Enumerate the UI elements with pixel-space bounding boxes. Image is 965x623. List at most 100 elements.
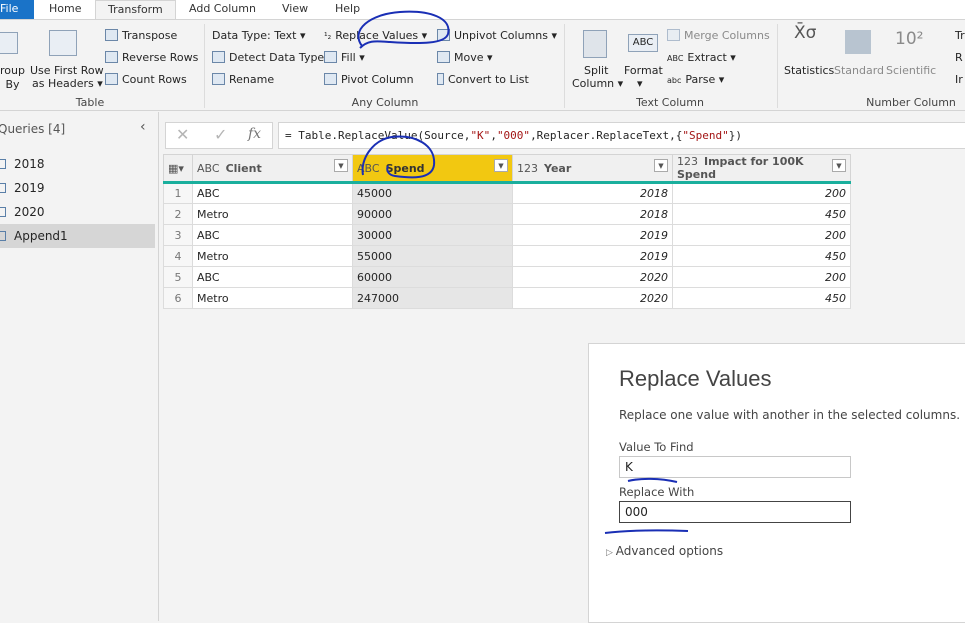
replace-with-input[interactable]: 000 <box>619 501 851 523</box>
advanced-options-toggle[interactable]: ▷ Advanced options <box>606 544 723 558</box>
value-to-find-input[interactable]: K <box>619 456 851 478</box>
group-label-any-column: Any Column <box>351 96 419 109</box>
table-cell[interactable]: Metro <box>192 287 353 309</box>
filter-dropdown-icon[interactable]: ▼ <box>654 159 668 172</box>
table-cell[interactable]: 247000 <box>352 287 513 309</box>
table-cell[interactable]: 30000 <box>352 224 513 246</box>
list-icon <box>437 73 444 85</box>
ribbon-tabs: File Home Transform Add Column View Help <box>0 0 965 20</box>
fill-button[interactable]: Fill ▾ <box>324 51 365 65</box>
table-cell[interactable]: Metro <box>192 245 353 267</box>
table-cell[interactable]: Metro <box>192 203 353 225</box>
table-cell[interactable]: 45000 <box>352 182 513 204</box>
merge-columns-button[interactable]: Merge Columns <box>667 29 770 43</box>
column-header-year[interactable]: 123 Year ▼ <box>512 154 673 184</box>
cancel-icon[interactable]: ✕ <box>176 125 189 144</box>
column-header-spend[interactable]: ABC Spend ▼ <box>352 154 513 184</box>
table-cell[interactable]: 200 <box>672 182 851 204</box>
column-header-client[interactable]: ABC Client ▼ <box>192 154 353 184</box>
column-name: Year <box>544 161 572 175</box>
table-cell[interactable]: 2019 <box>512 245 673 267</box>
parse-icon: abc <box>667 76 682 85</box>
table-cell[interactable]: 2018 <box>512 182 673 204</box>
column-header-impact[interactable]: 123 Impact for 100K Spend ▼ <box>672 154 851 184</box>
table-cell[interactable]: 2020 <box>512 266 673 288</box>
query-label: 2018 <box>14 157 45 171</box>
query-item-append1[interactable]: Append1 <box>0 224 155 248</box>
rename-button[interactable]: Rename <box>212 73 274 87</box>
use-first-row-button[interactable]: Use First Row <box>30 64 104 78</box>
replace-values-dialog: Replace Values Replace one value with an… <box>588 343 965 623</box>
divider <box>204 24 205 108</box>
table-menu-button[interactable]: ▦▾ <box>163 154 193 184</box>
split-column-icon <box>583 30 607 58</box>
trigonometry-button[interactable]: Tr <box>943 29 965 43</box>
table-cell[interactable]: 450 <box>672 203 851 225</box>
row-number: 2 <box>163 203 193 225</box>
queries-pane: Queries [4] ‹ 2018 2019 2020 Append1 <box>0 112 159 621</box>
detect-data-type-icon <box>212 51 225 63</box>
query-item-2018[interactable]: 2018 <box>0 152 155 176</box>
fill-icon <box>324 51 337 63</box>
filter-dropdown-icon[interactable]: ▼ <box>334 159 348 172</box>
format-button[interactable]: Format <box>624 64 663 78</box>
collapse-pane-icon[interactable]: ‹ <box>140 119 146 135</box>
reverse-rows-button[interactable]: Reverse Rows <box>105 51 198 65</box>
fx-icon[interactable]: fx <box>248 126 261 142</box>
extract-label: Extract ▾ <box>687 51 736 64</box>
filter-dropdown-icon[interactable]: ▼ <box>494 159 508 172</box>
table-cell[interactable]: 450 <box>672 245 851 267</box>
table-cell[interactable]: 2019 <box>512 224 673 246</box>
formula-input[interactable]: = Table.ReplaceValue(Source,"K","000",Re… <box>278 122 965 149</box>
table-cell[interactable]: 450 <box>672 287 851 309</box>
detect-data-type-button[interactable]: Detect Data Type <box>212 51 324 65</box>
unpivot-label: Unpivot Columns ▾ <box>454 29 557 42</box>
table-cell[interactable]: ABC <box>192 182 353 204</box>
group-by-button[interactable]: roup By <box>0 64 25 92</box>
count-rows-button[interactable]: Count Rows <box>105 73 187 87</box>
table-cell[interactable]: ABC <box>192 266 353 288</box>
number-type-icon: 123 <box>517 161 538 175</box>
query-item-2020[interactable]: 2020 <box>0 200 155 224</box>
table-cell[interactable]: 200 <box>672 266 851 288</box>
extract-button[interactable]: ABC Extract ▾ <box>667 51 736 66</box>
data-type-dropdown[interactable]: Data Type: Text ▾ <box>212 29 306 43</box>
table-cell[interactable]: 200 <box>672 224 851 246</box>
tab-add-column[interactable]: Add Column <box>189 0 256 19</box>
tab-transform[interactable]: Transform <box>95 0 176 20</box>
move-button[interactable]: Move ▾ <box>437 51 493 65</box>
split-column-button[interactable]: Split <box>584 64 608 78</box>
table-row: 6 Metro 247000 2020 450 <box>163 287 851 309</box>
table-cell[interactable]: 60000 <box>352 266 513 288</box>
parse-button[interactable]: abc Parse ▾ <box>667 73 724 88</box>
tab-home[interactable]: Home <box>49 0 81 19</box>
pivot-column-button[interactable]: Pivot Column <box>324 73 414 87</box>
table-cell[interactable]: ABC <box>192 224 353 246</box>
tab-help[interactable]: Help <box>335 0 360 19</box>
data-table: ▦▾ ABC Client ▼ ABC Spend ▼ 123 Year ▼ 123 Impa… <box>163 154 851 309</box>
reverse-rows-icon <box>105 51 118 63</box>
number-type-icon: 123 <box>677 155 698 168</box>
table-cell[interactable]: 90000 <box>352 203 513 225</box>
filter-dropdown-icon[interactable]: ▼ <box>832 159 846 172</box>
tab-view[interactable]: View <box>282 0 308 19</box>
text-type-icon: ABC <box>357 161 380 175</box>
table-cell[interactable]: 2018 <box>512 203 673 225</box>
convert-to-list-label: Convert to List <box>448 73 529 86</box>
standard-button[interactable]: Standard <box>834 64 884 78</box>
unpivot-columns-button[interactable]: Unpivot Columns ▾ <box>437 29 557 43</box>
statistics-button[interactable]: Statistics <box>784 64 834 78</box>
tab-file[interactable]: File <box>0 0 34 19</box>
row-number: 5 <box>163 266 193 288</box>
information-button[interactable]: Ir <box>943 73 963 87</box>
rounding-button[interactable]: R <box>943 51 963 65</box>
transpose-button[interactable]: Transpose <box>105 29 177 43</box>
table-cell[interactable]: 55000 <box>352 245 513 267</box>
scientific-button[interactable]: Scientific <box>886 64 936 78</box>
query-item-2019[interactable]: 2019 <box>0 176 155 200</box>
table-cell[interactable]: 2020 <box>512 287 673 309</box>
confirm-icon[interactable]: ✓ <box>214 125 227 144</box>
replace-values-button[interactable]: ¹₂ Replace Values ▾ <box>324 29 427 44</box>
convert-to-list-button[interactable]: Convert to List <box>437 73 529 87</box>
format-dropdown[interactable]: ▾ <box>637 77 643 91</box>
